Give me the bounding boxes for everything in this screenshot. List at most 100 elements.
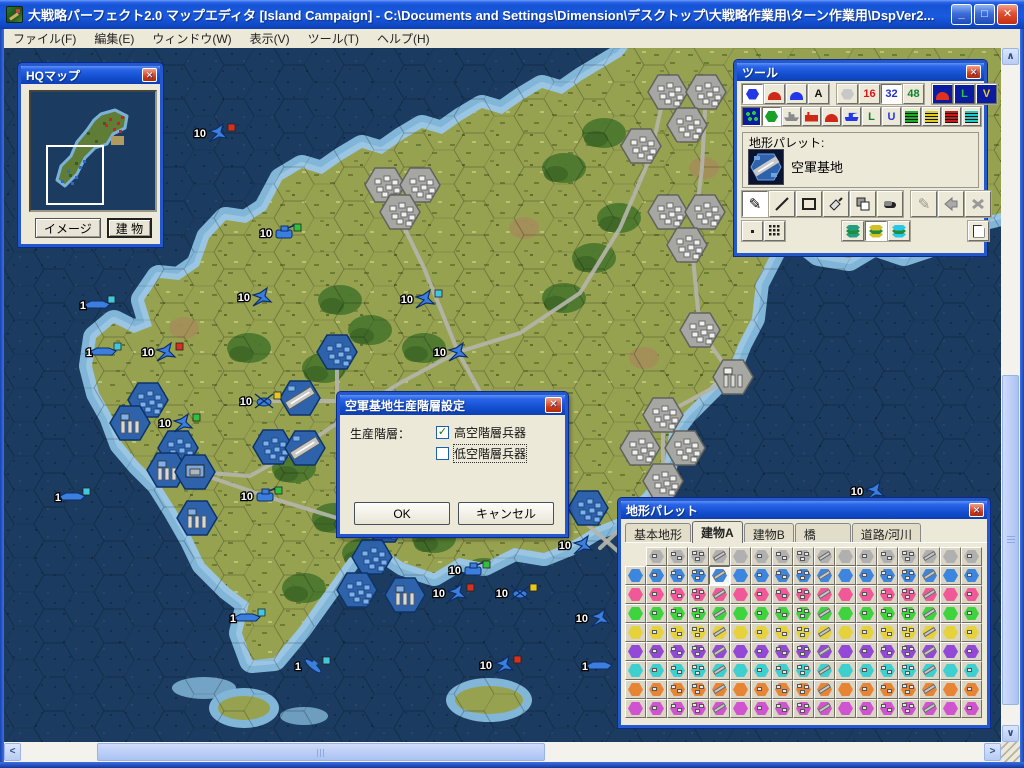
terrain-tile-r7c14[interactable]: [919, 680, 940, 699]
terrain-tile-r8c13[interactable]: [898, 699, 919, 718]
dome-layer-toggle[interactable]: [822, 107, 841, 126]
terrain-tile-r1c0[interactable]: [625, 566, 646, 585]
terrain-tile-r3c3[interactable]: [688, 604, 709, 623]
terrain-tile-r2c9[interactable]: [814, 585, 835, 604]
terrain-tile-r5c9[interactable]: [814, 642, 835, 661]
checkbox-label-1[interactable]: 低空階層兵器: [454, 445, 526, 462]
copy-tool[interactable]: [850, 191, 876, 217]
terrain-tile-r2c2[interactable]: [667, 585, 688, 604]
vertical-scrollbar[interactable]: ∧ ∨: [1001, 48, 1020, 742]
pencil-tool[interactable]: ✎: [742, 191, 768, 217]
palette-close-icon[interactable]: ✕: [969, 503, 984, 517]
terrain-tile-r7c6[interactable]: [751, 680, 772, 699]
terrain-tile-r5c11[interactable]: [856, 642, 877, 661]
scroll-left-button[interactable]: <: [4, 743, 21, 761]
terrain-tile-r4c8[interactable]: [793, 623, 814, 642]
terrain-tile-r5c16[interactable]: [961, 642, 982, 661]
terrain-tile-r1c11[interactable]: [856, 566, 877, 585]
layer-view-yellow[interactable]: [865, 221, 887, 241]
terrain-tile-r4c12[interactable]: [877, 623, 898, 642]
scroll-right-button[interactable]: >: [984, 743, 1001, 761]
terrain-tile-r6c7[interactable]: [772, 661, 793, 680]
horizontal-scroll-thumb[interactable]: [97, 743, 545, 761]
terrain-tile-r3c8[interactable]: [793, 604, 814, 623]
terrain-tile-r7c10[interactable]: [835, 680, 856, 699]
terrain-tile-r4c14[interactable]: [919, 623, 940, 642]
terrain-tile-r3c14[interactable]: [919, 604, 940, 623]
terrain-tile-r8c10[interactable]: [835, 699, 856, 718]
terrain-tile-r2c1[interactable]: [646, 585, 667, 604]
terrain-tile-r4c16[interactable]: [961, 623, 982, 642]
menu-item-3[interactable]: 表示(V): [241, 29, 299, 48]
terrain-tile-r6c11[interactable]: [856, 661, 877, 680]
hex-fill-blue-toggle[interactable]: [742, 84, 763, 104]
terrain-tile-r2c16[interactable]: [961, 585, 982, 604]
terrain-tile-r6c8[interactable]: [793, 661, 814, 680]
terrain-tile-r2c0[interactable]: [625, 585, 646, 604]
terrain-tile-r5c8[interactable]: [793, 642, 814, 661]
terrain-tile-r3c7[interactable]: [772, 604, 793, 623]
palette-titlebar[interactable]: 地形パレット ✕: [621, 501, 987, 519]
cancel-button[interactable]: キャンセル: [458, 502, 554, 525]
terrain-tile-r4c3[interactable]: [688, 623, 709, 642]
terrain-tile-r1c14[interactable]: [919, 566, 940, 585]
terrain-tile-r0c4[interactable]: [709, 547, 730, 566]
terrain-tile-r1c7[interactable]: [772, 566, 793, 585]
terrain-tile-r8c2[interactable]: [667, 699, 688, 718]
dialog-titlebar[interactable]: 空軍基地生産階層設定 ✕: [340, 395, 565, 415]
single-dot-tool[interactable]: [742, 221, 763, 241]
terrain-tile-r1c3[interactable]: [688, 566, 709, 585]
terrain-tile-r1c9[interactable]: [814, 566, 835, 585]
terrain-tile-r4c11[interactable]: [856, 623, 877, 642]
terrain-tile-r4c6[interactable]: [751, 623, 772, 642]
terrain-tile-r4c10[interactable]: [835, 623, 856, 642]
palette-tab-1[interactable]: 建物A: [692, 521, 743, 543]
terrain-tile-r6c14[interactable]: [919, 661, 940, 680]
terrain-tile-r3c0[interactable]: [625, 604, 646, 623]
terrain-tile-r5c12[interactable]: [877, 642, 898, 661]
terrain-tile-r0c14[interactable]: [919, 547, 940, 566]
terrain-tile-r2c6[interactable]: [751, 585, 772, 604]
terrain-tile-r0c6[interactable]: [751, 547, 772, 566]
hq-building-button[interactable]: 建 物: [107, 218, 152, 238]
label-l-overlay-toggle[interactable]: L: [954, 84, 975, 104]
terrain-tile-r6c0[interactable]: [625, 661, 646, 680]
terrain-tile-r3c9[interactable]: [814, 604, 835, 623]
palette-tab-2[interactable]: 建物B: [744, 523, 794, 542]
terrain-tile-r0c3[interactable]: [688, 547, 709, 566]
terrain-tile-r1c2[interactable]: [667, 566, 688, 585]
dialog-close-icon[interactable]: ✕: [545, 397, 562, 413]
bars-cyan-toggle[interactable]: [962, 107, 981, 126]
terrain-tile-r6c2[interactable]: [667, 661, 688, 680]
terrain-tile-r7c16[interactable]: [961, 680, 982, 699]
terrain-tile-r5c15[interactable]: [940, 642, 961, 661]
terrain-tile-r3c6[interactable]: [751, 604, 772, 623]
terrain-tile-r4c4[interactable]: [709, 623, 730, 642]
terrain-tile-r6c1[interactable]: [646, 661, 667, 680]
terrain-tile-r8c1[interactable]: [646, 699, 667, 718]
ok-button[interactable]: OK: [354, 502, 450, 525]
terrain-tile-r8c12[interactable]: [877, 699, 898, 718]
bars-green-toggle[interactable]: [902, 107, 921, 126]
terrain-tile-r2c7[interactable]: [772, 585, 793, 604]
layer-view-cyan[interactable]: [888, 221, 910, 241]
terrain-tile-r2c13[interactable]: [898, 585, 919, 604]
terrain-tile-r2c3[interactable]: [688, 585, 709, 604]
resize-grip[interactable]: [1001, 742, 1020, 762]
factory-layer-toggle[interactable]: [802, 107, 821, 126]
terrain-tile-r6c4[interactable]: [709, 661, 730, 680]
terrain-tile-r5c2[interactable]: [667, 642, 688, 661]
terrain-tile-r8c4[interactable]: [709, 699, 730, 718]
terrain-tile-r4c5[interactable]: [730, 623, 751, 642]
terrain-tile-r5c3[interactable]: [688, 642, 709, 661]
menu-item-1[interactable]: 編集(E): [85, 29, 143, 48]
size-32-button[interactable]: 32: [881, 84, 902, 104]
eraser-tool[interactable]: [877, 191, 903, 217]
terrain-tile-r3c12[interactable]: [877, 604, 898, 623]
terrain-tile-r6c10[interactable]: [835, 661, 856, 680]
terrain-tile-r8c7[interactable]: [772, 699, 793, 718]
terrain-tile-r7c11[interactable]: [856, 680, 877, 699]
terrain-tile-r1c5[interactable]: [730, 566, 751, 585]
terrain-tile-r3c15[interactable]: [940, 604, 961, 623]
horizontal-scrollbar[interactable]: < >: [4, 742, 1001, 762]
